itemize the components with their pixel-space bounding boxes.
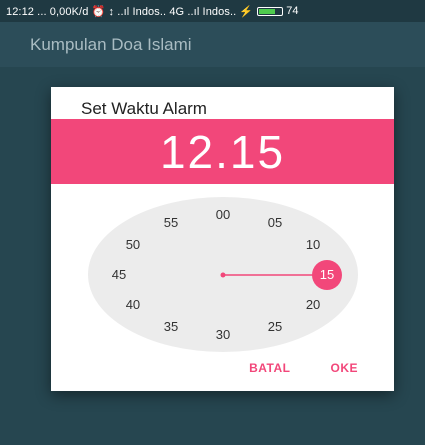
clock-label-45[interactable]: 45 [107,266,131,284]
cancel-button[interactable]: BATAL [249,361,290,375]
clock-label-25[interactable]: 25 [263,318,287,336]
clock-label-00[interactable]: 00 [211,206,235,224]
clock-label-05[interactable]: 05 [263,214,287,232]
clock-label-10[interactable]: 10 [301,236,325,254]
ok-button[interactable]: OKE [330,361,358,375]
minute-clock-face[interactable]: 00 05 10 15 20 25 30 35 40 45 50 55 [88,197,358,352]
dialog-actions: BATAL OKE [249,361,358,375]
status-bar: 12:12 ... 0,00K/d ⏰ ↕ ..ıl Indos.. 4G ..… [0,0,425,22]
time-display[interactable]: 12.15 [51,119,394,184]
clock-label-15[interactable]: 15 [315,266,339,284]
clock-label-20[interactable]: 20 [301,296,325,314]
clock-label-50[interactable]: 50 [121,236,145,254]
status-bar-text: 12:12 ... 0,00K/d ⏰ ↕ ..ıl Indos.. 4G ..… [6,5,254,18]
app-bar: Kumpulan Doa Islami [0,22,425,67]
clock-label-35[interactable]: 35 [159,318,183,336]
app-title: Kumpulan Doa Islami [30,34,192,54]
battery-percent: 74 [286,5,299,17]
clock-label-40[interactable]: 40 [121,296,145,314]
clock-label-30[interactable]: 30 [211,326,235,344]
dialog-title: Set Waktu Alarm [81,99,207,118]
clock-label-55[interactable]: 55 [159,214,183,232]
clock-center-dot [220,272,226,278]
battery-icon [257,6,284,16]
alarm-time-dialog: Set Waktu Alarm 12.15 00 05 10 15 20 25 30 35 40… [51,87,394,391]
